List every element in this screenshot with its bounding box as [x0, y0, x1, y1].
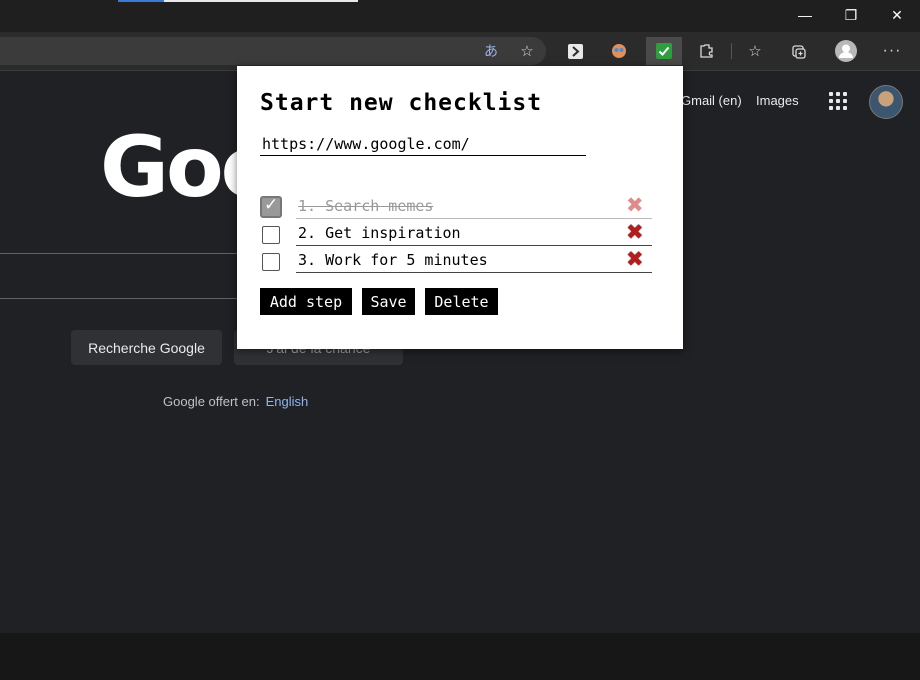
save-button[interactable]: Save: [362, 288, 415, 315]
google-search-button[interactable]: Recherche Google: [71, 330, 222, 365]
favorites-icon[interactable]: ☆: [740, 37, 770, 65]
add-step-button[interactable]: Add step: [260, 288, 352, 315]
delete-x-icon: ✖: [626, 247, 644, 271]
language-offer: Google offert en: English: [163, 394, 308, 409]
checklist-popup: Start new checklist 1. Search memes ✖ 2.…: [237, 66, 683, 349]
step-text-field[interactable]: 2. Get inspiration: [296, 221, 620, 246]
google-apps-icon[interactable]: [829, 92, 847, 110]
delete-x-icon: ✖: [626, 220, 644, 244]
translate-icon[interactable]: あ: [476, 37, 506, 65]
delete-step-button[interactable]: ✖: [620, 193, 652, 219]
tab-strip[interactable]: [164, 0, 358, 2]
extension-face-icon[interactable]: [604, 37, 634, 65]
account-avatar[interactable]: [869, 85, 903, 119]
gmail-link[interactable]: Gmail (en): [681, 93, 742, 108]
url-input[interactable]: [260, 133, 586, 156]
extensions-icon[interactable]: [692, 37, 722, 65]
delete-button[interactable]: Delete: [425, 288, 498, 315]
delete-step-button[interactable]: ✖: [620, 220, 652, 246]
collections-icon[interactable]: [784, 37, 814, 65]
more-icon[interactable]: ···: [877, 37, 907, 65]
extension-arrow-icon[interactable]: [560, 37, 590, 65]
profile-icon[interactable]: [831, 37, 861, 65]
extension-checklist-icon[interactable]: [646, 37, 682, 65]
popup-title: Start new checklist: [260, 90, 543, 116]
minimize-button[interactable]: —: [782, 0, 828, 30]
delete-x-icon: ✖: [626, 193, 644, 217]
checklist-step: 1. Search memes ✖: [260, 193, 653, 220]
step-checkbox[interactable]: [262, 253, 280, 271]
language-english-link[interactable]: English: [266, 394, 309, 409]
step-checkbox[interactable]: [262, 226, 280, 244]
step-text-field[interactable]: 1. Search memes: [296, 194, 620, 219]
favorite-add-icon[interactable]: ☆: [512, 37, 542, 65]
step-checkbox[interactable]: [260, 195, 282, 218]
close-button[interactable]: ✕: [874, 0, 920, 30]
language-offer-label: Google offert en:: [163, 394, 260, 409]
address-bar[interactable]: [0, 37, 546, 65]
checklist-step: 2. Get inspiration ✖: [260, 220, 653, 247]
checklist-step: 3. Work for 5 minutes ✖: [260, 247, 653, 274]
active-tab-indicator: [118, 0, 164, 2]
delete-step-button[interactable]: ✖: [620, 247, 652, 273]
toolbar-separator: [731, 43, 732, 59]
images-link[interactable]: Images: [756, 93, 799, 108]
page-footer: [0, 633, 920, 680]
step-text-field[interactable]: 3. Work for 5 minutes: [296, 248, 620, 273]
restore-button[interactable]: ❐: [828, 0, 874, 30]
